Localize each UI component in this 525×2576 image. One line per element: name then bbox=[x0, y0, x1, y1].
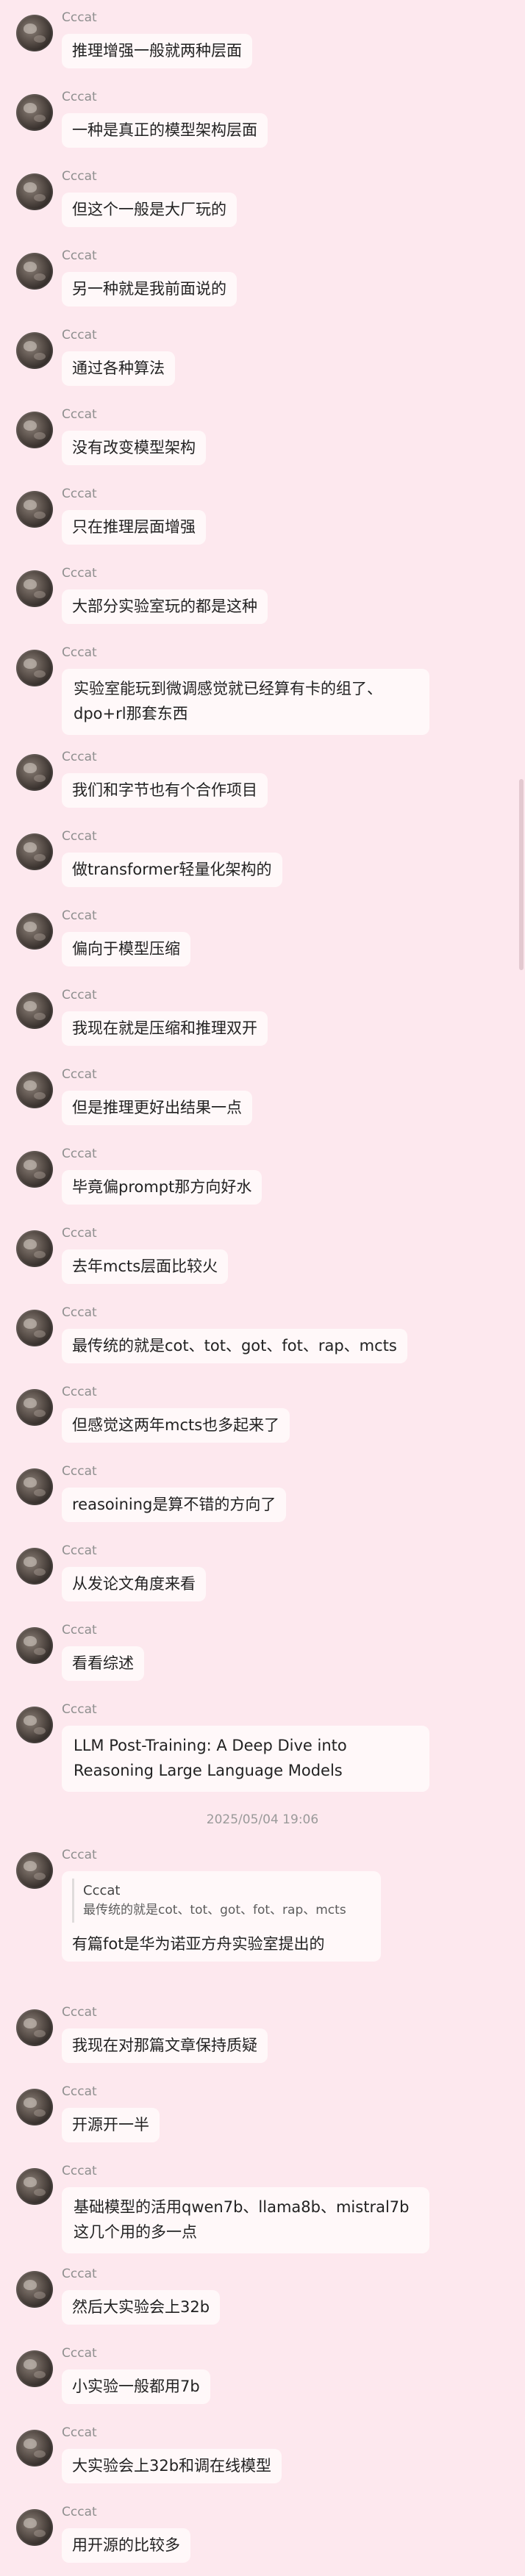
sender-name: Cccat bbox=[62, 90, 97, 104]
message-bubble[interactable]: 大实验会上32b和调在线模型 bbox=[62, 2449, 282, 2483]
message-bubble[interactable]: 最传统的就是cot、tot、got、fot、rap、mcts bbox=[62, 1329, 407, 1363]
message-bubble[interactable]: 另一种就是我前面说的 bbox=[62, 272, 237, 306]
avatar[interactable] bbox=[16, 913, 53, 950]
message-bubble[interactable]: 我现在对那篇文章保持质疑 bbox=[62, 2028, 268, 2063]
sender-name: Cccat bbox=[62, 1702, 97, 1717]
sender-name: Cccat bbox=[62, 10, 97, 25]
avatar[interactable] bbox=[16, 1072, 53, 1108]
message-bubble[interactable]: 用开源的比较多 bbox=[62, 2528, 190, 2563]
sender-name: Cccat bbox=[62, 2005, 97, 2020]
message-text: 有篇fot是华为诺亚方舟实验室提出的 bbox=[72, 1935, 325, 1953]
message-bubble[interactable]: 但感觉这两年mcts也多起来了 bbox=[62, 1408, 290, 1443]
message-bubble[interactable]: 通过各种算法 bbox=[62, 351, 175, 386]
sender-name: Cccat bbox=[62, 1385, 97, 1399]
sender-name: Cccat bbox=[62, 829, 97, 844]
avatar[interactable] bbox=[16, 650, 53, 686]
message-bubble[interactable]: 推理增强一般就两种层面 bbox=[62, 34, 252, 68]
message-bubble[interactable]: 但这个一般是大厂玩的 bbox=[62, 193, 237, 227]
avatar[interactable] bbox=[16, 94, 53, 131]
sender-name: Cccat bbox=[62, 1226, 97, 1241]
quoted-message[interactable]: Cccat 最传统的就是cot、tot、got、fot、rap、mcts bbox=[72, 1879, 371, 1923]
sender-name: Cccat bbox=[62, 750, 97, 764]
sender-name: Cccat bbox=[62, 2084, 97, 2099]
avatar[interactable] bbox=[16, 2430, 53, 2466]
chat-transcript: Cccat 推理增强一般就两种层面 Cccat 一种是真正的模型架构层面 Ccc… bbox=[0, 0, 525, 2576]
timestamp-divider: 2025/05/04 19:06 bbox=[206, 1812, 319, 1827]
sender-name: Cccat bbox=[62, 2425, 97, 2440]
scrollbar-thumb[interactable] bbox=[519, 779, 524, 970]
avatar[interactable] bbox=[16, 2009, 53, 2046]
avatar[interactable] bbox=[16, 1707, 53, 1743]
message-bubble[interactable]: 毕竟偏prompt那方向好水 bbox=[62, 1170, 262, 1205]
message-bubble[interactable]: 我现在就是压缩和推理双开 bbox=[62, 1011, 268, 1046]
avatar[interactable] bbox=[16, 754, 53, 791]
avatar[interactable] bbox=[16, 332, 53, 369]
quote-sender: Cccat bbox=[83, 1883, 121, 1898]
sender-name: Cccat bbox=[62, 169, 97, 184]
message-bubble[interactable]: reasoining是算不错的方向了 bbox=[62, 1488, 287, 1522]
avatar[interactable] bbox=[16, 491, 53, 528]
avatar[interactable] bbox=[16, 253, 53, 290]
avatar[interactable] bbox=[16, 1389, 53, 1426]
message-bubble[interactable]: 从发论文角度来看 bbox=[62, 1567, 206, 1601]
avatar[interactable] bbox=[16, 1852, 53, 1889]
sender-name: Cccat bbox=[62, 1067, 97, 1082]
quote-text: 最传统的就是cot、tot、got、fot、rap、mcts bbox=[83, 1903, 346, 1917]
sender-name: Cccat bbox=[62, 2505, 97, 2519]
sender-name: Cccat bbox=[62, 566, 97, 581]
message-bubble[interactable]: LLM Post-Training: A Deep Dive into Reas… bbox=[62, 1726, 429, 1792]
sender-name: Cccat bbox=[62, 487, 97, 501]
avatar[interactable] bbox=[16, 2168, 53, 2205]
avatar[interactable] bbox=[16, 173, 53, 210]
sender-name: Cccat bbox=[62, 2164, 97, 2178]
message-bubble[interactable]: 偏向于模型压缩 bbox=[62, 932, 190, 966]
message-bubble[interactable]: 我们和字节也有个合作项目 bbox=[62, 773, 268, 808]
message-bubble[interactable]: 去年mcts层面比较火 bbox=[62, 1249, 229, 1284]
message-bubble[interactable]: 只在推理层面增强 bbox=[62, 510, 206, 545]
avatar[interactable] bbox=[16, 1627, 53, 1664]
sender-name: Cccat bbox=[62, 1464, 97, 1479]
sender-name: Cccat bbox=[62, 1543, 97, 1558]
message-bubble[interactable]: 实验室能玩到微调感觉就已经算有卡的组了、dpo+rl那套东西 bbox=[62, 669, 429, 735]
sender-name: Cccat bbox=[62, 1147, 97, 1161]
sender-name: Cccat bbox=[62, 2346, 97, 2361]
message-bubble[interactable]: 基础模型的活用qwen7b、llama8b、mistral7b这几个用的多一点 bbox=[62, 2187, 429, 2253]
sender-name: Cccat bbox=[62, 988, 97, 1002]
sender-name: Cccat bbox=[62, 1848, 97, 1862]
message-bubble[interactable]: 一种是真正的模型架构层面 bbox=[62, 113, 268, 148]
avatar[interactable] bbox=[16, 2271, 53, 2308]
avatar[interactable] bbox=[16, 1548, 53, 1585]
sender-name: Cccat bbox=[62, 645, 97, 660]
sender-name: Cccat bbox=[62, 328, 97, 342]
avatar[interactable] bbox=[16, 1310, 53, 1346]
message-bubble[interactable]: 小实验一般都用7b bbox=[62, 2369, 210, 2404]
avatar[interactable] bbox=[16, 15, 53, 51]
avatar[interactable] bbox=[16, 2509, 53, 2546]
avatar[interactable] bbox=[16, 2350, 53, 2387]
message-bubble[interactable]: 但是推理更好出结果一点 bbox=[62, 1091, 252, 1125]
message-bubble[interactable]: 做transformer轻量化架构的 bbox=[62, 853, 282, 887]
message-bubble[interactable]: Cccat 最传统的就是cot、tot、got、fot、rap、mcts 有篇f… bbox=[62, 1871, 381, 1962]
message-bubble[interactable]: 没有改变模型架构 bbox=[62, 431, 206, 465]
sender-name: Cccat bbox=[62, 2267, 97, 2281]
avatar[interactable] bbox=[16, 412, 53, 448]
avatar[interactable] bbox=[16, 570, 53, 607]
message-bubble[interactable]: 开源开一半 bbox=[62, 2108, 160, 2142]
avatar[interactable] bbox=[16, 1468, 53, 1505]
sender-name: Cccat bbox=[62, 248, 97, 263]
avatar[interactable] bbox=[16, 833, 53, 870]
scrollbar[interactable] bbox=[518, 0, 525, 2576]
message-bubble[interactable]: 然后大实验会上32b bbox=[62, 2290, 221, 2325]
message-bubble[interactable]: 看看综述 bbox=[62, 1646, 144, 1681]
avatar[interactable] bbox=[16, 1230, 53, 1267]
avatar[interactable] bbox=[16, 1151, 53, 1188]
message-bubble[interactable]: 大部分实验室玩的都是这种 bbox=[62, 589, 268, 624]
sender-name: Cccat bbox=[62, 407, 97, 422]
avatar[interactable] bbox=[16, 2089, 53, 2125]
sender-name: Cccat bbox=[62, 1623, 97, 1637]
avatar[interactable] bbox=[16, 992, 53, 1029]
sender-name: Cccat bbox=[62, 908, 97, 923]
sender-name: Cccat bbox=[62, 1305, 97, 1320]
